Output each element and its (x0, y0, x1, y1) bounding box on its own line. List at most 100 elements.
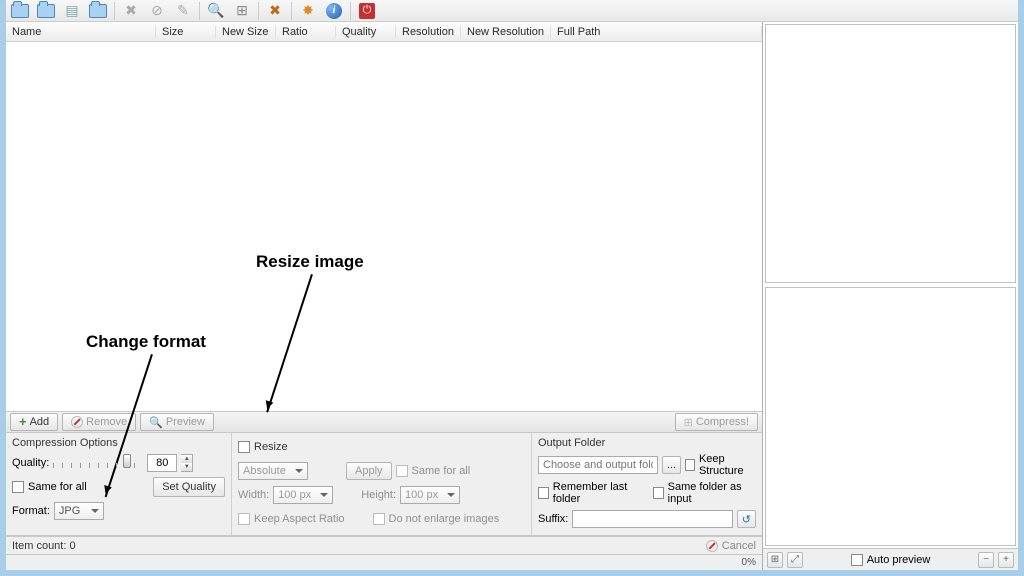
info-icon[interactable]: i (324, 1, 344, 21)
resize-same-checkbox[interactable] (396, 465, 408, 477)
cancel-icon (706, 540, 718, 552)
quality-slider[interactable] (53, 456, 143, 470)
file-table-body[interactable]: Resize image Change format (6, 42, 762, 411)
add-button-label: Add (30, 416, 50, 428)
col-fullpath[interactable]: Full Path (551, 26, 762, 38)
format-label: Format: (12, 505, 50, 517)
remember-checkbox[interactable] (538, 487, 549, 499)
preview-footer: ⊞ ⤢ Auto preview − + (763, 548, 1018, 570)
browse-button[interactable]: ... (662, 456, 681, 474)
height-select[interactable]: 100 px (400, 486, 460, 504)
main-toolbar: ▤ ✖ ⊘ ✎ 🔍 ⊞ ✖ ✸ i ⏻ (6, 0, 1018, 22)
output-title: Output Folder (538, 437, 756, 449)
col-ratio[interactable]: Ratio (276, 26, 336, 38)
file-table-header: Name Size New Size Ratio Quality Resolut… (6, 22, 762, 42)
zoom-out-icon[interactable]: − (978, 552, 994, 568)
compression-panel: Compression Options Quality: ▲▼ Same for… (6, 433, 231, 535)
progress-value: 0% (742, 557, 756, 568)
resize-mode-select[interactable]: Absolute (238, 462, 308, 480)
remove-button[interactable]: Remove (62, 413, 136, 431)
new-folder-icon[interactable] (36, 1, 56, 21)
apply-button[interactable]: Apply (346, 462, 392, 480)
col-newresolution[interactable]: New Resolution (461, 26, 551, 38)
zoom-icon[interactable]: 🔍 (206, 1, 226, 21)
annotation-format: Change format (86, 332, 206, 352)
suffix-label: Suffix: (538, 513, 568, 525)
expand-icon[interactable]: ⤢ (787, 552, 803, 568)
fit-icon[interactable]: ⊞ (767, 552, 783, 568)
resize-same-label: Same for all (412, 465, 471, 477)
action-bar: +Add Remove 🔍Preview ⊞Compress! (6, 411, 762, 433)
quality-spinner[interactable]: ▲▼ (181, 454, 193, 472)
no-enlarge-checkbox[interactable] (373, 513, 385, 525)
col-name[interactable]: Name (6, 26, 156, 38)
main-area: Name Size New Size Ratio Quality Resolut… (6, 22, 1018, 570)
quality-input[interactable] (147, 454, 177, 472)
preview-before (765, 24, 1016, 283)
keep-structure-label: Keep Structure (699, 453, 756, 477)
same-for-all-checkbox[interactable] (12, 481, 24, 493)
same-for-all-label: Same for all (28, 481, 87, 493)
document-icon[interactable]: ▤ (62, 1, 82, 21)
browse-label: ... (667, 459, 676, 471)
toolbar-separator (199, 2, 200, 20)
annotation-resize: Resize image (256, 252, 364, 272)
delete-icon[interactable]: ✖ (121, 1, 141, 21)
col-size[interactable]: Size (156, 26, 216, 38)
resize-mode-value: Absolute (243, 465, 286, 477)
output-panel: Output Folder ... Keep Structure Remembe… (531, 433, 762, 535)
app-window: ▤ ✖ ⊘ ✎ 🔍 ⊞ ✖ ✸ i ⏻ Name Size New Size R… (6, 0, 1018, 570)
reset-suffix-button[interactable]: ↺ (737, 510, 756, 528)
toolbar-separator (350, 2, 351, 20)
same-folder-checkbox[interactable] (653, 487, 664, 499)
remove-button-label: Remove (86, 416, 127, 428)
quality-label: Quality: (12, 457, 49, 469)
suffix-input[interactable] (572, 510, 732, 528)
toolbar-separator (258, 2, 259, 20)
settings-gear-icon[interactable]: ✸ (298, 1, 318, 21)
keep-structure-checkbox[interactable] (685, 459, 695, 471)
clear-icon[interactable]: ✎ (173, 1, 193, 21)
folder-icon[interactable] (88, 1, 108, 21)
add-button[interactable]: +Add (10, 413, 58, 431)
zoom-in-icon[interactable]: + (998, 552, 1014, 568)
remember-label: Remember last folder (553, 481, 645, 505)
same-folder-label: Same folder as input (668, 481, 756, 505)
width-select[interactable]: 100 px (273, 486, 333, 504)
set-quality-button[interactable]: Set Quality (153, 477, 225, 497)
preview-after (765, 287, 1016, 546)
open-folder-icon[interactable] (10, 1, 30, 21)
right-column: ⊞ ⤢ Auto preview − + (763, 22, 1018, 570)
height-value: 100 px (405, 489, 438, 501)
power-icon[interactable]: ⏻ (357, 1, 377, 21)
tools-icon[interactable]: ✖ (265, 1, 285, 21)
width-value: 100 px (278, 489, 311, 501)
toolbar-separator (291, 2, 292, 20)
preview-button[interactable]: 🔍Preview (140, 413, 214, 431)
compression-title: Compression Options (12, 437, 225, 449)
format-select[interactable]: JPG (54, 502, 104, 520)
keep-aspect-checkbox[interactable] (238, 513, 250, 525)
apply-label: Apply (355, 465, 383, 477)
set-quality-label: Set Quality (162, 481, 216, 493)
keep-aspect-label: Keep Aspect Ratio (254, 513, 345, 525)
auto-preview-label: Auto preview (867, 554, 931, 566)
left-column: Name Size New Size Ratio Quality Resolut… (6, 22, 763, 570)
remove-icon[interactable]: ⊘ (147, 1, 167, 21)
compress-button-label: Compress! (696, 416, 749, 428)
resize-checkbox[interactable] (238, 441, 250, 453)
col-quality[interactable]: Quality (336, 26, 396, 38)
cancel-label[interactable]: Cancel (722, 540, 756, 552)
auto-preview-checkbox[interactable] (851, 554, 863, 566)
options-row: Compression Options Quality: ▲▼ Same for… (6, 433, 762, 536)
compress-icon[interactable]: ⊞ (232, 1, 252, 21)
toolbar-separator (114, 2, 115, 20)
height-label: Height: (361, 489, 396, 501)
no-enlarge-label: Do not enlarge images (389, 513, 500, 525)
compress-button[interactable]: ⊞Compress! (675, 413, 758, 431)
col-newsize[interactable]: New Size (216, 26, 276, 38)
status-bar: Item count: 0 Cancel (6, 536, 762, 554)
col-resolution[interactable]: Resolution (396, 26, 461, 38)
progress-bar: 0% (6, 554, 762, 570)
output-folder-input[interactable] (538, 456, 658, 474)
